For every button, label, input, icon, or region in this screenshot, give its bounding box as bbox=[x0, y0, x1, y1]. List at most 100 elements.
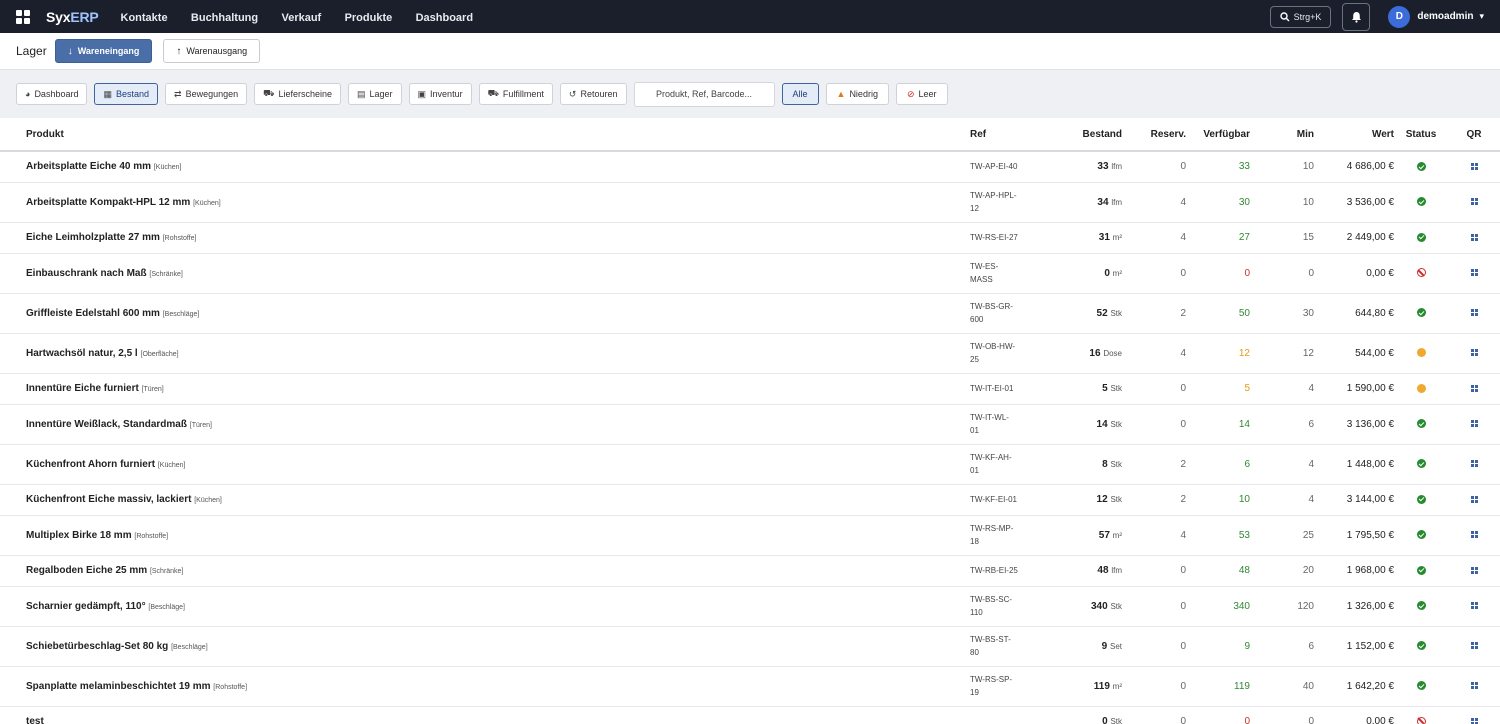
product-name[interactable]: Innentüre Eiche furniert bbox=[26, 383, 139, 394]
global-search-button[interactable]: Strg+K bbox=[1269, 5, 1332, 28]
warenausgang-button[interactable]: ↑ Warenausgang bbox=[163, 39, 261, 63]
nav-verkauf[interactable]: Verkauf bbox=[281, 12, 321, 24]
reserved-cell: 2 bbox=[1122, 293, 1186, 334]
qr-code-icon[interactable] bbox=[1470, 163, 1478, 171]
product-cell[interactable]: Küchenfront Ahorn furniert [Küchen] bbox=[0, 444, 970, 485]
tab-lieferscheine[interactable]: ⛟ Lieferscheine bbox=[254, 83, 341, 105]
filter-leer[interactable]: ⊘ Leer bbox=[895, 83, 948, 105]
qr-code-icon[interactable] bbox=[1470, 682, 1478, 690]
product-name[interactable]: Spanplatte melaminbeschichtet 19 mm bbox=[26, 681, 211, 692]
qr-code-icon[interactable] bbox=[1470, 269, 1478, 277]
tab-lager[interactable]: ▤ Lager bbox=[347, 83, 402, 105]
qr-code-icon[interactable] bbox=[1470, 349, 1478, 357]
chevron-down-icon[interactable]: ▾ bbox=[1479, 11, 1484, 22]
product-cell[interactable]: Multiplex Birke 18 mm [Rohstoffe] bbox=[0, 515, 970, 556]
product-name[interactable]: Küchenfront Eiche massiv, lackiert bbox=[26, 494, 191, 505]
product-cell[interactable]: Hartwachsöl natur, 2,5 l [Oberfläche] bbox=[0, 333, 970, 374]
notifications-button[interactable] bbox=[1342, 2, 1371, 31]
table-row[interactable]: Eiche Leimholzplatte 27 mm [Rohstoffe] TW… bbox=[0, 222, 1500, 254]
product-name[interactable]: Arbeitsplatte Kompakt-HPL 12 mm bbox=[26, 197, 190, 208]
tab-bewegungen[interactable]: ⇄ Bewegungen bbox=[165, 83, 248, 105]
reserved-cell: 4 bbox=[1122, 182, 1186, 223]
username[interactable]: demoadmin bbox=[1417, 11, 1473, 22]
product-name[interactable]: Schiebetürbeschlag-Set 80 kg bbox=[26, 641, 168, 652]
table-row[interactable]: Arbeitsplatte Eiche 40 mm [Küchen] TW-AP-… bbox=[0, 151, 1500, 183]
nav-produkte[interactable]: Produkte bbox=[345, 12, 393, 24]
qr-code-icon[interactable] bbox=[1470, 602, 1478, 610]
product-cell[interactable]: Arbeitsplatte Eiche 40 mm [Küchen] bbox=[0, 151, 970, 183]
tab-fulfillment[interactable]: ⛟ Fulfillment bbox=[478, 83, 553, 105]
nav-dashboard[interactable]: Dashboard bbox=[416, 12, 473, 24]
qr-code-icon[interactable] bbox=[1470, 198, 1478, 206]
wareneingang-button[interactable]: ↓ Wareneingang bbox=[54, 39, 153, 63]
product-cell[interactable]: Regalboden Eiche 25 mm [Schränke] bbox=[0, 555, 970, 587]
product-cell[interactable]: Innentüre Weißlack, Standardmaß [Türen] bbox=[0, 404, 970, 445]
product-cell[interactable]: Arbeitsplatte Kompakt-HPL 12 mm [Küchen] bbox=[0, 182, 970, 223]
table-row[interactable]: test 0 Stk 0 0 0 0,00 € bbox=[0, 706, 1500, 724]
qr-code-icon[interactable] bbox=[1470, 495, 1478, 503]
product-name[interactable]: Scharnier gedämpft, 110° bbox=[26, 601, 146, 612]
filter-niedrig[interactable]: ▲ Niedrig bbox=[825, 83, 889, 105]
nav-kontakte[interactable]: Kontakte bbox=[121, 12, 168, 24]
table-row[interactable]: Einbauschrank nach Maß [Schränke] TW-ES- M… bbox=[0, 253, 1500, 294]
apps-grid-icon[interactable] bbox=[16, 9, 30, 24]
product-cell[interactable]: Innentüre Eiche furniert [Türen] bbox=[0, 373, 970, 405]
nav-buchhaltung[interactable]: Buchhaltung bbox=[191, 12, 258, 24]
col-reserved[interactable]: Reserv. bbox=[1122, 118, 1186, 152]
qr-code-icon[interactable] bbox=[1470, 233, 1478, 241]
qr-code-icon[interactable] bbox=[1470, 309, 1478, 317]
tab-dashboard[interactable]: ◕ Dashboard bbox=[16, 83, 88, 105]
col-product[interactable]: Produkt bbox=[0, 118, 970, 152]
user-avatar[interactable]: D bbox=[1388, 5, 1411, 28]
qr-code-icon[interactable] bbox=[1470, 384, 1478, 392]
table-row[interactable]: Regalboden Eiche 25 mm [Schränke] TW-RB-E… bbox=[0, 555, 1500, 587]
table-row[interactable]: Scharnier gedämpft, 110° [Beschläge] TW-B… bbox=[0, 586, 1500, 627]
table-row[interactable]: Küchenfront Ahorn furniert [Küchen] TW-KF… bbox=[0, 444, 1500, 485]
col-ref[interactable]: Ref bbox=[970, 118, 1040, 152]
qr-code-icon[interactable] bbox=[1470, 531, 1478, 539]
brand-logo[interactable]: SyxERP bbox=[46, 9, 99, 25]
product-cell[interactable]: Schiebetürbeschlag-Set 80 kg [Beschläge] bbox=[0, 626, 970, 667]
product-cell[interactable]: Scharnier gedämpft, 110° [Beschläge] bbox=[0, 586, 970, 627]
qr-code-icon[interactable] bbox=[1470, 717, 1478, 724]
table-row[interactable]: Arbeitsplatte Kompakt-HPL 12 mm [Küchen]… bbox=[0, 182, 1500, 223]
product-name[interactable]: Multiplex Birke 18 mm bbox=[26, 530, 132, 541]
product-name[interactable]: Arbeitsplatte Eiche 40 mm bbox=[26, 161, 151, 172]
product-cell[interactable]: Küchenfront Eiche massiv, lackiert [Küch… bbox=[0, 484, 970, 516]
table-row[interactable]: Schiebetürbeschlag-Set 80 kg [Beschläge]… bbox=[0, 626, 1500, 667]
table-row[interactable]: Innentüre Weißlack, Standardmaß [Türen] T… bbox=[0, 404, 1500, 445]
table-row[interactable]: Küchenfront Eiche massiv, lackiert [Küch… bbox=[0, 484, 1500, 516]
product-cell[interactable]: test bbox=[0, 706, 970, 724]
table-row[interactable]: Innentüre Eiche furniert [Türen] TW-IT-EI… bbox=[0, 373, 1500, 405]
qr-code-icon[interactable] bbox=[1470, 566, 1478, 574]
product-cell[interactable]: Eiche Leimholzplatte 27 mm [Rohstoffe] bbox=[0, 222, 970, 254]
stock-table: Produkt Ref Bestand Reserv. Verfügbar Mi… bbox=[0, 118, 1500, 724]
product-cell[interactable]: Spanplatte melaminbeschichtet 19 mm [Roh… bbox=[0, 666, 970, 707]
product-name[interactable]: test bbox=[26, 716, 44, 724]
filter-alle[interactable]: Alle bbox=[781, 83, 819, 105]
product-name[interactable]: Hartwachsöl natur, 2,5 l bbox=[26, 348, 138, 359]
col-available[interactable]: Verfügbar bbox=[1186, 118, 1250, 152]
product-cell[interactable]: Einbauschrank nach Maß [Schränke] bbox=[0, 253, 970, 294]
tab-retouren[interactable]: ↺ Retouren bbox=[559, 83, 627, 105]
col-stock[interactable]: Bestand bbox=[1040, 118, 1122, 152]
product-name[interactable]: Einbauschrank nach Maß bbox=[26, 268, 147, 279]
table-row[interactable]: Spanplatte melaminbeschichtet 19 mm [Roh… bbox=[0, 666, 1500, 707]
table-row[interactable]: Griffleiste Edelstahl 600 mm [Beschläge]… bbox=[0, 293, 1500, 334]
product-name[interactable]: Griffleiste Edelstahl 600 mm bbox=[26, 308, 160, 319]
product-cell[interactable]: Griffleiste Edelstahl 600 mm [Beschläge] bbox=[0, 293, 970, 334]
product-name[interactable]: Innentüre Weißlack, Standardmaß bbox=[26, 419, 187, 430]
product-name[interactable]: Eiche Leimholzplatte 27 mm bbox=[26, 232, 160, 243]
table-row[interactable]: Hartwachsöl natur, 2,5 l [Oberfläche] TW-… bbox=[0, 333, 1500, 374]
col-value[interactable]: Wert bbox=[1314, 118, 1394, 152]
table-row[interactable]: Multiplex Birke 18 mm [Rohstoffe] TW-RS-M… bbox=[0, 515, 1500, 556]
tab-inventur[interactable]: ▣ Inventur bbox=[408, 83, 472, 105]
product-name[interactable]: Küchenfront Ahorn furniert bbox=[26, 459, 155, 470]
qr-code-icon[interactable] bbox=[1470, 642, 1478, 650]
product-name[interactable]: Regalboden Eiche 25 mm bbox=[26, 565, 147, 576]
qr-code-icon[interactable] bbox=[1470, 420, 1478, 428]
qr-code-icon[interactable] bbox=[1470, 460, 1478, 468]
product-search-input[interactable]: Produkt, Ref, Barcode... bbox=[633, 81, 775, 107]
tab-bestand[interactable]: ▦ Bestand bbox=[94, 83, 159, 105]
col-min[interactable]: Min bbox=[1250, 118, 1314, 152]
